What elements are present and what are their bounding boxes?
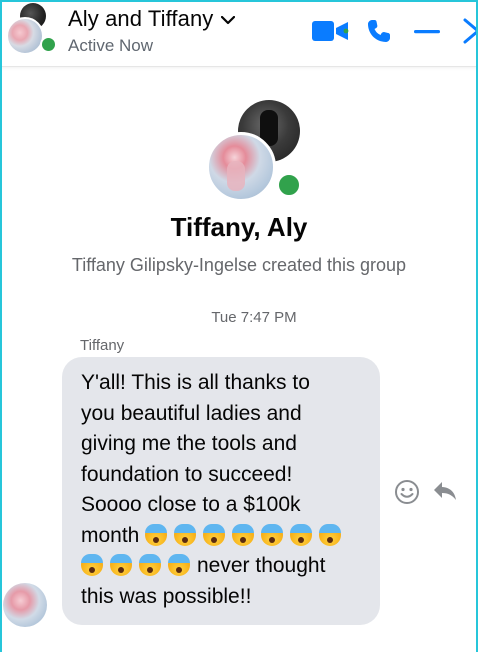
message-text: Y'all! This is all thanks to you beautif… <box>81 368 368 612</box>
group-name: Tiffany, Aly <box>170 212 308 242</box>
face-screaming-in-fear-emoji <box>145 523 168 546</box>
message-line: month <box>81 523 348 547</box>
group-online-indicator <box>276 172 302 198</box>
conversation-title[interactable]: Aly and Tiffany <box>68 6 236 32</box>
online-indicator <box>40 36 57 53</box>
emoji-row <box>81 554 197 577</box>
chat-header: Aly and Tiffany Active Now <box>0 0 478 67</box>
face-screaming-in-fear-emoji <box>81 554 103 576</box>
group-created-notice: Tiffany Gilipsky-Ingelse created this gr… <box>71 255 407 275</box>
message-timestamp: Tue 7:47 PM <box>211 309 297 326</box>
message-line: Y'all! This is all thanks to <box>81 371 310 394</box>
minimize-icon[interactable] <box>414 30 440 34</box>
video-call-icon[interactable] <box>312 19 350 43</box>
smiley-icon[interactable] <box>394 479 420 505</box>
group-profile-photo <box>206 100 306 202</box>
face-screaming-in-fear-emoji <box>261 523 284 546</box>
group-avatar[interactable] <box>6 3 58 57</box>
face-screaming-in-fear-emoji <box>232 523 255 546</box>
message-line: you beautiful ladies and <box>81 401 302 425</box>
sender-avatar[interactable] <box>3 583 47 627</box>
reply-arrow-icon[interactable] <box>432 479 458 503</box>
phone-icon[interactable] <box>366 18 392 44</box>
message-line: never thought <box>81 554 325 577</box>
face-screaming-in-fear-emoji <box>290 523 313 546</box>
member-photo-tiffany <box>206 132 276 202</box>
face-screaming-in-fear-emoji <box>174 523 197 546</box>
message-line: this was possible!! <box>81 584 252 608</box>
face-screaming-in-fear-emoji <box>168 554 190 576</box>
message-line-text: never thought <box>197 554 326 577</box>
face-screaming-in-fear-emoji <box>203 523 226 546</box>
face-screaming-in-fear-emoji <box>110 554 132 576</box>
message-line: foundation to succeed! <box>81 462 293 486</box>
message-line: giving me the tools and <box>81 432 297 455</box>
sender-name: Tiffany <box>80 337 125 354</box>
avatar-tiffany <box>6 17 44 55</box>
message-line-text: month <box>81 523 140 547</box>
message-line: Soooo close to a $100k <box>81 493 301 516</box>
active-status: Active Now <box>68 36 154 55</box>
emoji-row <box>145 523 348 547</box>
close-icon[interactable] <box>463 18 478 44</box>
conversation-title-text: Aly and Tiffany <box>68 6 214 31</box>
face-screaming-in-fear-emoji <box>139 554 161 576</box>
message-bubble[interactable]: Y'all! This is all thanks to you beautif… <box>62 357 380 625</box>
face-screaming-in-fear-emoji <box>319 523 342 546</box>
chevron-down-icon[interactable] <box>221 15 236 25</box>
